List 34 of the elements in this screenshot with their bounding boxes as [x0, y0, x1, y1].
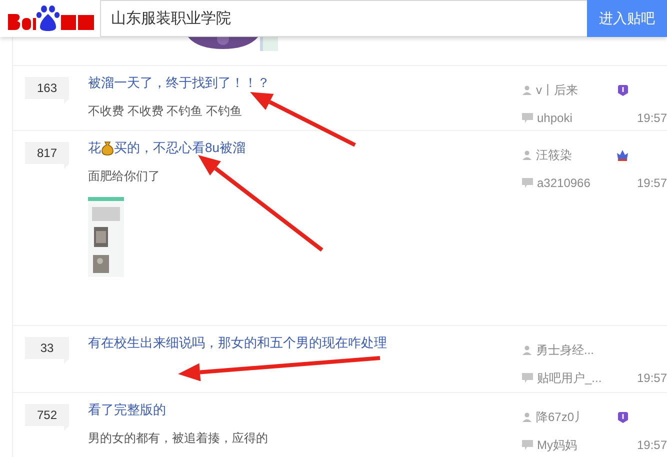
last-reply-name[interactable]: My妈妈: [537, 436, 577, 454]
thread-excerpt: 不收费 不收费 不钓鱼 不钓鱼: [88, 103, 244, 120]
thread-excerpt: 男的女的都有，被追着揍，应得的: [88, 430, 269, 447]
thread-title-link[interactable]: 花 买的，不忍心看8u被溜: [88, 140, 246, 156]
user-icon: [522, 412, 532, 422]
reply-count: 817: [25, 142, 69, 169]
last-reply-name[interactable]: a3210966: [537, 176, 590, 190]
thread-title-link[interactable]: 看了完整版的: [88, 402, 166, 418]
money-bag-icon: [101, 140, 114, 156]
thread-title-link[interactable]: 有在校生出来细说吗，那女的和五个男的现在咋处理: [88, 334, 387, 352]
enter-forum-button[interactable]: 进入贴吧: [587, 0, 667, 37]
comment-icon: [522, 440, 533, 450]
comment-icon: [522, 178, 533, 188]
author-name[interactable]: 汪筱染: [536, 146, 572, 164]
thread-title-link[interactable]: 被溜一天了，终于找到了！！？: [88, 74, 270, 92]
last-reply-name[interactable]: uhpoki: [537, 111, 572, 125]
reply-time: 19:57: [636, 371, 667, 385]
user-icon: [522, 150, 532, 160]
comment-icon: [522, 113, 533, 123]
author-name[interactable]: v丨后来: [536, 82, 578, 98]
author-name[interactable]: 降67z0丿: [536, 408, 586, 426]
last-reply-name[interactable]: 贴吧用户_...: [537, 370, 602, 386]
reply-count: 163: [25, 77, 69, 104]
reply-time: 19:57: [636, 176, 667, 190]
search-field[interactable]: 山东服装职业学院: [100, 0, 587, 37]
user-icon: [522, 345, 532, 355]
thread-excerpt: 面肥给你们了: [88, 168, 161, 185]
reply-count: 33: [25, 337, 69, 364]
reply-time: 19:57: [636, 438, 667, 452]
author-name[interactable]: 勇士身经...: [536, 342, 594, 358]
user-icon: [522, 85, 532, 95]
reply-count: 752: [25, 404, 69, 431]
comment-icon: [522, 373, 533, 383]
reply-time: 19:57: [636, 111, 667, 125]
